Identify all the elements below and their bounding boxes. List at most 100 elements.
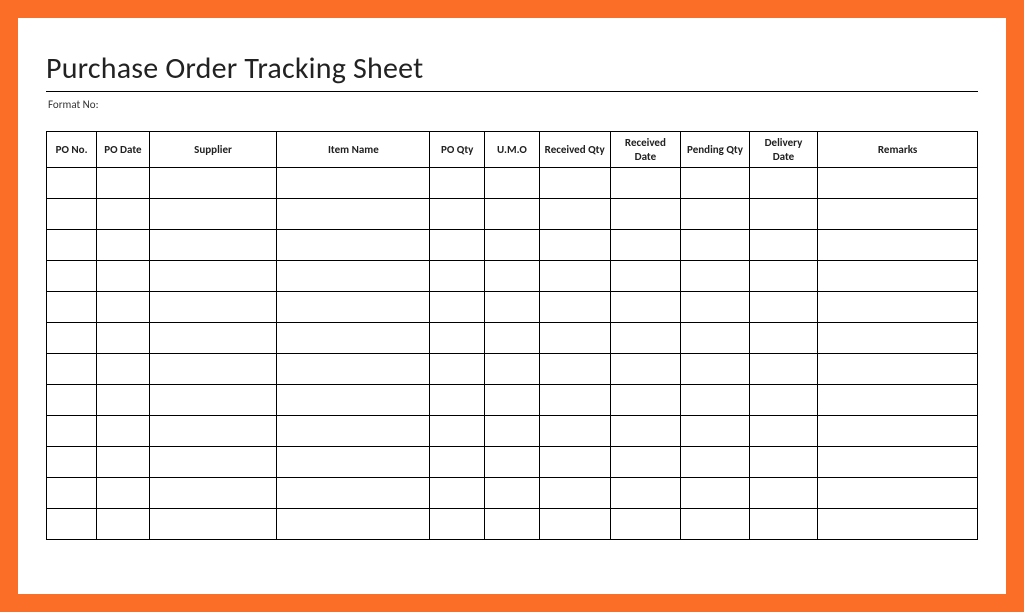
cell-po_qty[interactable] — [430, 261, 485, 292]
cell-po_qty[interactable] — [430, 509, 485, 540]
cell-pend_qty[interactable] — [681, 416, 749, 447]
cell-recv_qty[interactable] — [539, 168, 610, 199]
cell-po_date[interactable] — [97, 509, 149, 540]
cell-umo[interactable] — [485, 385, 540, 416]
cell-po_no[interactable] — [47, 447, 97, 478]
cell-remarks[interactable] — [818, 509, 978, 540]
cell-supplier[interactable] — [149, 385, 277, 416]
cell-recv_date[interactable] — [610, 199, 681, 230]
cell-recv_date[interactable] — [610, 292, 681, 323]
cell-po_date[interactable] — [97, 261, 149, 292]
cell-item_name[interactable] — [277, 447, 430, 478]
cell-recv_date[interactable] — [610, 416, 681, 447]
cell-po_date[interactable] — [97, 478, 149, 509]
cell-pend_qty[interactable] — [681, 509, 749, 540]
cell-remarks[interactable] — [818, 323, 978, 354]
cell-pend_qty[interactable] — [681, 323, 749, 354]
cell-remarks[interactable] — [818, 292, 978, 323]
cell-po_date[interactable] — [97, 354, 149, 385]
cell-supplier[interactable] — [149, 478, 277, 509]
cell-umo[interactable] — [485, 199, 540, 230]
cell-pend_qty[interactable] — [681, 230, 749, 261]
cell-item_name[interactable] — [277, 416, 430, 447]
cell-umo[interactable] — [485, 509, 540, 540]
cell-po_no[interactable] — [47, 354, 97, 385]
cell-po_qty[interactable] — [430, 447, 485, 478]
cell-umo[interactable] — [485, 230, 540, 261]
cell-po_date[interactable] — [97, 385, 149, 416]
cell-pend_qty[interactable] — [681, 261, 749, 292]
cell-item_name[interactable] — [277, 354, 430, 385]
cell-item_name[interactable] — [277, 509, 430, 540]
cell-remarks[interactable] — [818, 261, 978, 292]
cell-recv_qty[interactable] — [539, 478, 610, 509]
cell-item_name[interactable] — [277, 230, 430, 261]
cell-supplier[interactable] — [149, 199, 277, 230]
cell-del_date[interactable] — [749, 447, 817, 478]
cell-po_date[interactable] — [97, 292, 149, 323]
cell-recv_qty[interactable] — [539, 230, 610, 261]
cell-po_qty[interactable] — [430, 168, 485, 199]
cell-po_date[interactable] — [97, 230, 149, 261]
cell-po_no[interactable] — [47, 230, 97, 261]
cell-recv_date[interactable] — [610, 385, 681, 416]
cell-recv_date[interactable] — [610, 168, 681, 199]
cell-recv_qty[interactable] — [539, 447, 610, 478]
cell-recv_qty[interactable] — [539, 261, 610, 292]
cell-po_qty[interactable] — [430, 478, 485, 509]
cell-del_date[interactable] — [749, 230, 817, 261]
cell-item_name[interactable] — [277, 478, 430, 509]
cell-po_no[interactable] — [47, 292, 97, 323]
cell-item_name[interactable] — [277, 323, 430, 354]
cell-supplier[interactable] — [149, 230, 277, 261]
cell-recv_qty[interactable] — [539, 323, 610, 354]
cell-supplier[interactable] — [149, 168, 277, 199]
cell-po_no[interactable] — [47, 509, 97, 540]
cell-item_name[interactable] — [277, 292, 430, 323]
cell-remarks[interactable] — [818, 168, 978, 199]
cell-del_date[interactable] — [749, 199, 817, 230]
cell-recv_qty[interactable] — [539, 199, 610, 230]
cell-umo[interactable] — [485, 416, 540, 447]
cell-remarks[interactable] — [818, 199, 978, 230]
cell-del_date[interactable] — [749, 354, 817, 385]
cell-supplier[interactable] — [149, 261, 277, 292]
cell-del_date[interactable] — [749, 292, 817, 323]
cell-po_no[interactable] — [47, 385, 97, 416]
cell-umo[interactable] — [485, 323, 540, 354]
cell-del_date[interactable] — [749, 385, 817, 416]
cell-remarks[interactable] — [818, 230, 978, 261]
cell-po_qty[interactable] — [430, 230, 485, 261]
cell-del_date[interactable] — [749, 261, 817, 292]
cell-po_date[interactable] — [97, 447, 149, 478]
cell-po_no[interactable] — [47, 199, 97, 230]
cell-po_date[interactable] — [97, 416, 149, 447]
cell-del_date[interactable] — [749, 168, 817, 199]
cell-recv_qty[interactable] — [539, 292, 610, 323]
cell-pend_qty[interactable] — [681, 385, 749, 416]
cell-supplier[interactable] — [149, 292, 277, 323]
cell-recv_date[interactable] — [610, 261, 681, 292]
cell-item_name[interactable] — [277, 199, 430, 230]
cell-pend_qty[interactable] — [681, 168, 749, 199]
cell-po_no[interactable] — [47, 478, 97, 509]
cell-del_date[interactable] — [749, 509, 817, 540]
cell-supplier[interactable] — [149, 509, 277, 540]
cell-supplier[interactable] — [149, 416, 277, 447]
cell-po_date[interactable] — [97, 323, 149, 354]
cell-recv_qty[interactable] — [539, 416, 610, 447]
cell-item_name[interactable] — [277, 385, 430, 416]
cell-item_name[interactable] — [277, 261, 430, 292]
cell-pend_qty[interactable] — [681, 354, 749, 385]
cell-umo[interactable] — [485, 261, 540, 292]
cell-po_qty[interactable] — [430, 416, 485, 447]
cell-po_qty[interactable] — [430, 199, 485, 230]
cell-supplier[interactable] — [149, 323, 277, 354]
cell-po_date[interactable] — [97, 199, 149, 230]
cell-pend_qty[interactable] — [681, 447, 749, 478]
cell-remarks[interactable] — [818, 354, 978, 385]
cell-po_date[interactable] — [97, 168, 149, 199]
cell-po_qty[interactable] — [430, 292, 485, 323]
cell-pend_qty[interactable] — [681, 199, 749, 230]
cell-del_date[interactable] — [749, 416, 817, 447]
